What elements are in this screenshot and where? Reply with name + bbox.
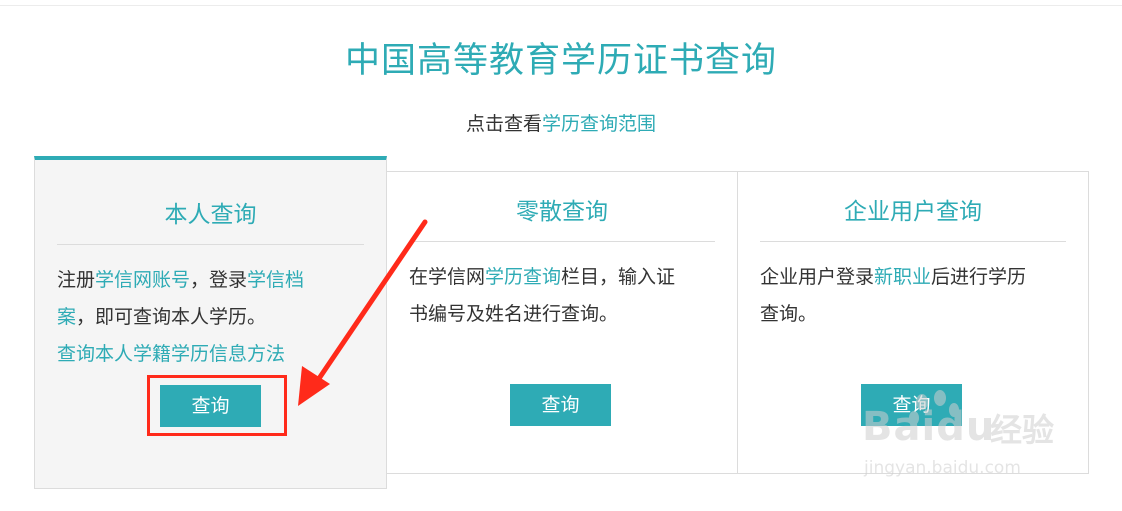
desc-text: 栏目，输入证	[561, 266, 676, 288]
page-title: 中国高等教育学历证书查询	[344, 41, 777, 81]
desc-text: 后进行学历	[931, 266, 1027, 288]
card-title: 企业用户查询	[844, 199, 982, 225]
card-divider	[760, 241, 1066, 242]
watermark-url: jingyan.baidu.com	[864, 458, 1021, 478]
desc-text: 企业用户登录	[760, 266, 875, 288]
card-description: 在学信网学历查询栏目，输入证 书编号及姓名进行查询。	[409, 259, 719, 333]
degree-query-link[interactable]: 学历查询	[485, 266, 561, 288]
chsi-archive-link[interactable]: 学信档	[247, 269, 304, 291]
desc-text: ，登录	[190, 269, 248, 291]
desc-text: 书编号及姓名进行查询。	[409, 303, 619, 325]
subtitle: 点击查看学历查询范围	[0, 110, 1122, 138]
desc-text: 注册	[57, 269, 96, 291]
card-description: 注册学信网账号，登录学信档 案，即可查询本人学历。 查询本人学籍学历信息方法	[57, 262, 367, 373]
method-link[interactable]: 查询本人学籍学历信息方法	[57, 343, 285, 365]
card-single-query: 零散查询 在学信网学历查询栏目，输入证 书编号及姓名进行查询。 查询	[386, 171, 738, 474]
desc-text: 在学信网	[409, 266, 486, 288]
card-divider	[57, 244, 364, 245]
chsi-archive-link-cont[interactable]: 案	[57, 306, 76, 328]
card-title: 零散查询	[516, 199, 608, 225]
chsi-account-link[interactable]: 学信网账号	[95, 269, 190, 291]
card-divider	[409, 241, 715, 242]
new-career-link[interactable]: 新职业	[874, 266, 931, 288]
top-divider	[0, 5, 1122, 6]
watermark-suffix: 经验	[990, 411, 1055, 449]
card-personal-query: 本人查询 注册学信网账号，登录学信档 案，即可查询本人学历。 查询本人学籍学历信…	[34, 156, 387, 489]
watermark-logo: Baidu	[862, 404, 996, 450]
desc-text: 查询。	[760, 303, 818, 325]
card-title: 本人查询	[164, 202, 257, 228]
subtitle-prefix: 点击查看	[465, 113, 542, 135]
page: 中国高等教育学历证书查询 点击查看学历查询范围 本人查询 注册学信网账号，登录学…	[0, 0, 1122, 511]
desc-text: ，即可查询本人学历。	[76, 306, 267, 328]
baidu-watermark: Baidu 经验 jingyan.baidu.com	[858, 390, 1068, 492]
query-scope-link[interactable]: 学历查询范围	[542, 113, 656, 135]
annotation-highlight-box	[147, 375, 287, 436]
card-description: 企业用户登录新职业后进行学历 查询。	[760, 259, 1070, 333]
query-button-single[interactable]: 查询	[510, 384, 611, 426]
